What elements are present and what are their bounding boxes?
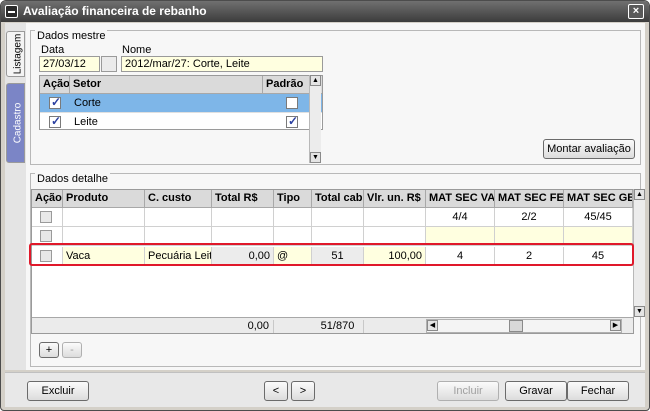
detail-row-1-total-cab xyxy=(312,208,364,227)
setor-row-1-acao-checkbox[interactable]: ✓ xyxy=(49,95,61,109)
setor-row[interactable]: ✓ Leite ✓ xyxy=(40,112,322,129)
highlight-annotation xyxy=(29,243,634,266)
detail-header-acao: Ação xyxy=(32,190,63,208)
detail-row-1-mat-sec-vaz: 4/4 xyxy=(426,208,495,227)
scroll-left-icon[interactable]: ◀ xyxy=(427,320,438,331)
detail-header-tipo: Tipo xyxy=(274,190,312,208)
footer-total-cab: 51/870 xyxy=(312,320,364,333)
detail-row-1-mat-sec-fec: 2/2 xyxy=(495,208,564,227)
setor-header-setor: Setor xyxy=(70,76,263,94)
setor-row-1-setor: Corte xyxy=(74,97,101,109)
scroll-up-icon[interactable]: ▲ xyxy=(310,75,321,86)
nome-label: Nome xyxy=(122,44,152,56)
detail-scroll-down-icon[interactable]: ▼ xyxy=(634,306,645,317)
tab-listagem[interactable]: Listagem xyxy=(6,31,25,77)
client-area: Listagem Cadastro Dados mestre Data 27/0… xyxy=(5,23,645,370)
setor-row-1-padrao-checkbox[interactable] xyxy=(286,97,298,109)
detail-row-1-produto[interactable] xyxy=(63,208,145,227)
detail-header-mat-sec-ges: MAT SEC GES xyxy=(564,190,633,208)
data-picker-button[interactable] xyxy=(101,56,117,72)
scroll-right-icon[interactable]: ▶ xyxy=(610,320,621,331)
detail-row-1-acao xyxy=(32,208,63,227)
next-button[interactable]: > xyxy=(291,381,315,401)
detail-row-1-total-rs xyxy=(212,208,274,227)
setor-row-2-acao-checkbox[interactable]: ✓ xyxy=(49,114,61,128)
tab-cadastro-label: Cadastro xyxy=(12,102,24,144)
detail-header-total-rs: Total R$ xyxy=(212,190,274,208)
prev-button[interactable]: < xyxy=(264,381,288,401)
tab-listagem-label: Listagem xyxy=(12,33,24,75)
detail-scroll-up-icon[interactable]: ▲ xyxy=(634,189,645,200)
detail-row-1-tipo[interactable] xyxy=(274,208,312,227)
horizontal-scrollbar[interactable]: ◀ ▶ xyxy=(426,319,622,333)
detail-header-total-cab: Total cab. xyxy=(312,190,364,208)
detail-row-1-mat-sec-ges: 45/45 xyxy=(564,208,633,227)
setor-scrollbar[interactable]: ▲ ▼ xyxy=(309,75,321,163)
detail-header-c-custo: C. custo xyxy=(145,190,212,208)
excluir-button[interactable]: Excluir xyxy=(27,381,89,401)
detail-header-produto: Produto xyxy=(63,190,145,208)
title-bar: Avaliação financeira de rebanho × xyxy=(1,1,649,22)
detail-group-title: Dados detalhe xyxy=(35,173,110,185)
detail-row-1-vlr-un[interactable] xyxy=(364,208,426,227)
add-row-button[interactable]: + xyxy=(39,342,59,358)
master-group-title: Dados mestre xyxy=(35,30,108,42)
detail-header-mat-sec-vaz: MAT SEC VAZ xyxy=(426,190,495,208)
data-field[interactable]: 27/03/12 xyxy=(39,56,100,72)
setor-header-acao: Ação xyxy=(40,76,70,94)
data-label: Data xyxy=(41,44,65,56)
side-tabs: Listagem Cadastro xyxy=(5,23,26,370)
detail-row-2-checkbox[interactable] xyxy=(40,230,52,242)
window-title: Avaliação financeira de rebanho xyxy=(23,4,207,18)
setor-row-2-setor: Leite xyxy=(74,116,98,128)
app-window: Avaliação financeira de rebanho × Listag… xyxy=(0,0,650,411)
main-panel: Dados mestre Data 27/03/12 Nome 2012/mar… xyxy=(26,23,645,370)
scroll-thumb[interactable] xyxy=(509,320,523,332)
setor-row-2-padrao-checkbox[interactable]: ✓ xyxy=(286,114,298,128)
remove-row-button[interactable]: - xyxy=(62,342,82,358)
gravar-button[interactable]: Gravar xyxy=(505,381,567,401)
detail-group: Dados detalhe Ação Produto C. custo Tota… xyxy=(29,173,645,367)
setor-row-selected[interactable]: ✓ Corte xyxy=(40,94,322,112)
bottom-toolbar: Excluir < > Incluir Gravar Fechar xyxy=(5,372,645,407)
fechar-button[interactable]: Fechar xyxy=(567,381,629,401)
tab-cadastro[interactable]: Cadastro xyxy=(6,83,25,163)
close-button[interactable]: × xyxy=(628,4,644,19)
detail-scrollbar[interactable]: ▲ ▼ xyxy=(633,189,645,317)
detail-row-1-checkbox[interactable] xyxy=(40,211,52,223)
incluir-button[interactable]: Incluir xyxy=(437,381,499,401)
detail-header-vlr-un: Vlr. un. R$ xyxy=(364,190,426,208)
detail-header-mat-sec-fec: MAT SEC FEC xyxy=(495,190,564,208)
scroll-down-icon[interactable]: ▼ xyxy=(310,152,321,163)
footer-total-rs: 0,00 xyxy=(212,320,274,333)
detail-footer: 0,00 51/870 ◀ ▶ xyxy=(32,317,633,333)
detail-row-1-c-custo[interactable] xyxy=(145,208,212,227)
setor-table: Ação Setor Padrão ✓ Corte ✓ Leite ✓ xyxy=(39,75,323,130)
montar-avaliacao-button[interactable]: Montar avaliação xyxy=(543,139,635,159)
window-menu-icon[interactable] xyxy=(5,5,18,18)
master-group: Dados mestre Data 27/03/12 Nome 2012/mar… xyxy=(30,30,641,165)
nome-field[interactable]: 2012/mar/27: Corte, Leite xyxy=(121,56,323,72)
